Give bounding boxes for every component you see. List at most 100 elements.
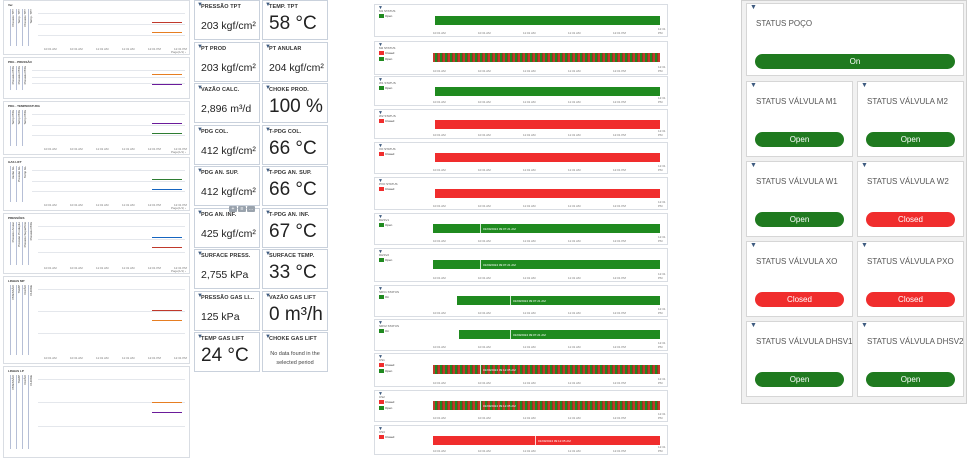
timeline-bar[interactable]: 01/09/2024 09:12:05 AM bbox=[433, 401, 660, 410]
status-timeline[interactable]: ▼ DHSV1 Open 01/09/2024 09:07:21 AM 10:01 AM… bbox=[374, 213, 668, 245]
status-card[interactable]: ▼ STATUS VÁLVULA DHSV2 Open bbox=[857, 321, 964, 397]
tile-value: 204 kgf/cm² bbox=[269, 61, 324, 74]
kpi-tile[interactable]: ▼ PT ANULAR 204 kgf/cm² bbox=[262, 41, 328, 82]
kpi-tile[interactable]: ▼ TEMP GAS LIFT 24 °C bbox=[194, 332, 260, 372]
status-timeline[interactable]: ▼ CS3 Closed 01/09/2024 09:12:05 AM 10:01 AM… bbox=[374, 425, 668, 455]
filter-icon[interactable]: ▼ bbox=[750, 322, 757, 329]
chart-panel[interactable]: PRESSÕES Pressão Anular Pressão Produção Pr… bbox=[3, 213, 190, 274]
bar-segment-divider bbox=[510, 330, 511, 339]
status-pill: Open bbox=[755, 212, 844, 227]
kpi-tile[interactable]: ▼ VAZÃO GAS LIFT 0 m³/h bbox=[262, 290, 328, 331]
timeline-bar[interactable]: 01/09/2024 09:12:05 AM bbox=[433, 365, 660, 374]
timeline-bar[interactable]: 01/09/2024 09:07:21 AM bbox=[457, 296, 660, 305]
timeline-bar[interactable]: 01/09/2024 09:07:21 AM bbox=[433, 260, 660, 269]
kpi-tile[interactable]: ▼ PDG COL. 412 kgf/cm² bbox=[194, 124, 260, 165]
tile-label: CHOKE PROD. bbox=[269, 87, 309, 93]
tile-value: 412 kgf/cm² bbox=[201, 186, 256, 198]
pagination-label[interactable]: Page(1/1) › bbox=[171, 206, 186, 210]
kpi-tile[interactable]: ▼ PT PROD 203 kgf/cm² bbox=[194, 41, 260, 82]
axis-tick: 12:01 PM bbox=[613, 239, 626, 243]
bar-label: 01/09/2024 09:07:21 AM bbox=[483, 263, 516, 267]
status-timeline[interactable]: ▼ CS1 Closed Open 01/09/2024 09:12:05 AM 10:0… bbox=[374, 353, 668, 387]
timeline-bar[interactable] bbox=[435, 87, 660, 96]
tile-value: 66 °C bbox=[269, 137, 317, 159]
status-card[interactable]: ▼ STATUS VÁLVULA W2 Closed bbox=[857, 161, 964, 237]
kpi-tile[interactable]: ▼ VAZÃO CALC. 2,896 m³/d bbox=[194, 83, 260, 123]
bar-label: 01/09/2024 09:07:21 AM bbox=[513, 333, 546, 337]
axis-label: Pressão PDG bbox=[16, 66, 21, 90]
status-timeline[interactable]: ▼ DHSV2 Open 01/09/2024 09:07:21 AM 10:01 AM… bbox=[374, 248, 668, 282]
timeline-bar[interactable] bbox=[435, 15, 660, 25]
timeline-bar[interactable] bbox=[435, 188, 660, 198]
status-pill: Open bbox=[866, 132, 955, 147]
filter-icon[interactable]: ▼ bbox=[750, 242, 757, 249]
list-icon[interactable]: ≡ bbox=[238, 206, 246, 212]
timeline-bar[interactable] bbox=[435, 120, 660, 129]
kpi-tile[interactable]: ▼ PDG AN. SUP. 412 kgf/cm² bbox=[194, 166, 260, 206]
kpi-tile[interactable]: ▼ T-PDG COL. 66 °C bbox=[262, 124, 328, 165]
filter-icon[interactable]: ▼ bbox=[750, 162, 757, 169]
pagination-label[interactable]: Page(1/1) › bbox=[171, 50, 186, 54]
kpi-tile[interactable]: ▼ CHOKE GAS LIFT No data found in the sele… bbox=[262, 332, 328, 372]
filter-icon[interactable]: ▼ bbox=[861, 322, 868, 329]
chart-panel[interactable]: Ver Pressão TPT Temp. TPT Pressão TPT Temp. … bbox=[3, 0, 190, 55]
kpi-tile[interactable]: ▼ T-PDG AN. SUP. 66 °C bbox=[262, 166, 328, 206]
kpi-tile[interactable]: ▼ PDG AN. INF. 425 kgf/cm² bbox=[194, 207, 260, 248]
status-panel: ▼ STATUS POÇO On ▼ STATUS VÁLVULA M1 Open ▼… bbox=[741, 0, 967, 404]
axis-tick: 10:31 AM bbox=[70, 47, 83, 51]
legend-text: Open bbox=[385, 406, 393, 410]
kpi-tile[interactable]: ▼ CHOKE PROD. 100 % bbox=[262, 83, 328, 123]
bar-label: 01/09/2024 09:12:05 AM bbox=[538, 439, 571, 443]
status-card[interactable]: ▼ STATUS VÁLVULA DHSV1 Open bbox=[746, 321, 853, 397]
timeline-bar[interactable] bbox=[433, 53, 660, 62]
timeline-bar[interactable]: 01/09/2024 09:07:21 AM bbox=[433, 224, 660, 233]
axis-tick: 10:31 AM bbox=[478, 239, 491, 243]
filter-icon[interactable]: ▼ bbox=[861, 162, 868, 169]
timeline-bar[interactable] bbox=[435, 153, 660, 162]
filter-icon[interactable]: ▼ bbox=[750, 82, 757, 89]
kpi-tile[interactable]: ▼ SURFACE TEMP. 33 °C bbox=[262, 249, 328, 289]
status-timeline[interactable]: ▼ XO STATUS Closed 10:01 AM 10:31 AM 11:01 AM… bbox=[374, 142, 668, 174]
filter-icon[interactable]: ▼ bbox=[861, 242, 868, 249]
timeline-title: CS3 bbox=[379, 430, 385, 434]
chart-panel[interactable]: GAS LIFT Vazão GL Pressão GL Temp GL 10:01 A… bbox=[3, 157, 190, 211]
bar-segment-divider bbox=[480, 224, 481, 233]
status-timeline[interactable]: ▼ M1 STATUS Open 10:01 AM 10:31 AM 11:01 AM 11… bbox=[374, 4, 668, 37]
pagination-label[interactable]: Page(1/1) › bbox=[171, 150, 186, 154]
timeline-bar[interactable]: 01/09/2024 09:07:21 AM bbox=[459, 330, 660, 339]
status-timeline[interactable]: ▼ PXO STATUS Closed 10:01 AM 10:31 AM 11:01 A… bbox=[374, 177, 668, 210]
kpi-tile[interactable]: ▼ PRESSÃO GAS LI... 125 kPa bbox=[194, 290, 260, 331]
pagination-label[interactable]: Page(1/1) › bbox=[171, 269, 186, 273]
tile-toolbar: + ≡ … bbox=[229, 206, 255, 212]
status-timeline[interactable]: ▼ SDV1 STATUS On 01/09/2024 09:07:21 AM 10:0… bbox=[374, 285, 668, 317]
expand-icon[interactable]: + bbox=[229, 206, 237, 212]
status-card[interactable]: ▼ STATUS VÁLVULA XO Closed bbox=[746, 241, 853, 317]
kpi-tile[interactable]: ▼ TEMP. TPT 58 °C bbox=[262, 0, 328, 40]
more-icon[interactable]: … bbox=[247, 206, 255, 212]
status-card[interactable]: ▼ STATUS VÁLVULA M2 Open bbox=[857, 81, 964, 157]
kpi-tile[interactable]: ▼ T-PDG AN. INF. 67 °C bbox=[262, 207, 328, 248]
filter-icon[interactable]: ▼ bbox=[750, 4, 757, 11]
status-timeline[interactable]: ▼ CS2 Closed Open 01/09/2024 09:12:05 AM 10:0… bbox=[374, 390, 668, 422]
axis-label-text: Pressão GL bbox=[17, 166, 21, 182]
chart-panel[interactable]: LINHAS LP PRESSÃO TEMP VAZÃO CHOKE bbox=[3, 366, 190, 458]
status-timeline[interactable]: ▼ SDV2 STATUS On 01/09/2024 09:07:21 AM 10:0… bbox=[374, 319, 668, 351]
status-card[interactable]: ▼ STATUS VÁLVULA M1 Open bbox=[746, 81, 853, 157]
status-card[interactable]: ▼ STATUS VÁLVULA PXO Closed bbox=[857, 241, 964, 317]
chart-panel[interactable]: PDG - PRESSÃO Pressão PDG Pressão PDG Press… bbox=[3, 57, 190, 99]
status-timeline[interactable]: ▼ W2 STATUS Closed 10:01 AM 10:31 AM 11:01 AM… bbox=[374, 109, 668, 139]
kpi-tile[interactable]: ▼ PRESSÃO TPT 203 kgf/cm² bbox=[194, 0, 260, 40]
timeline-bar[interactable]: 01/09/2024 09:12:05 AM bbox=[433, 436, 660, 445]
axis-tick: 12:01 PM bbox=[613, 276, 626, 280]
axis-tick: 12:31 PM bbox=[658, 272, 666, 280]
chart-panel[interactable]: PDG - TEMPERATURA Temp PDG Temp PDG Temp PD… bbox=[3, 101, 190, 155]
status-timeline[interactable]: ▼ M2 STATUS Closed Open 10:01 AM 10:31 AM 11:0… bbox=[374, 41, 668, 75]
legend-swatch bbox=[379, 400, 384, 404]
filter-icon[interactable]: ▼ bbox=[861, 82, 868, 89]
axis-label: Pressão TPT bbox=[22, 9, 27, 46]
tile-label: PRESSÃO TPT bbox=[201, 4, 241, 10]
status-card[interactable]: ▼ STATUS VÁLVULA W1 Open bbox=[746, 161, 853, 237]
chart-panel[interactable]: LINHAS MP PRESSÃO TEMP VAZÃO CHOKE 10:01 AM 10… bbox=[3, 276, 190, 364]
kpi-tile[interactable]: ▼ SURFACE PRESS. 2,755 kPa bbox=[194, 249, 260, 289]
status-timeline[interactable]: ▼ W1 STATUS Open 10:01 AM 10:31 AM 11:01 AM 11… bbox=[374, 76, 668, 106]
